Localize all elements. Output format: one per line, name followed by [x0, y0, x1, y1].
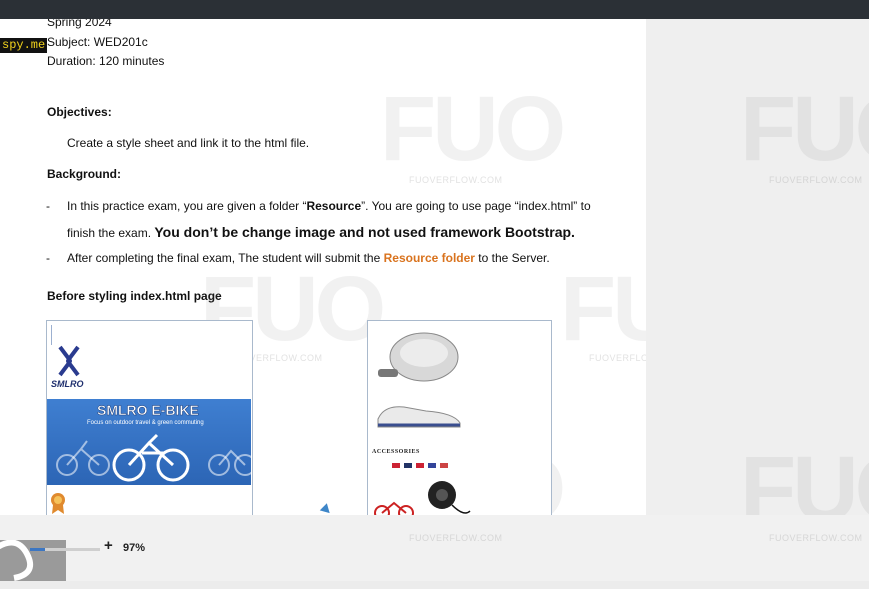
bullet2-text-c: to the Server.	[474, 251, 550, 265]
window-top-bar	[0, 0, 869, 19]
resource-word: Resource	[306, 199, 362, 213]
semester-text: Spring 2024	[47, 19, 112, 29]
backpack-image	[378, 332, 459, 382]
background-heading: Background:	[47, 167, 122, 181]
zoom-level[interactable]: 97%	[123, 542, 145, 554]
watermark-logo: FUO	[380, 78, 566, 180]
bullet-marker: -	[46, 199, 50, 213]
banner-title: SMLRO E-BIKE	[97, 402, 199, 419]
accessories-label: ACCESSORIES	[372, 449, 420, 455]
bullet1-text-c: ”. You are going to use page “index.html…	[361, 199, 591, 213]
objectives-text: Create a style sheet and link it to the …	[67, 136, 310, 150]
subject-text: Subject: WED201c	[47, 35, 148, 49]
before-preview-left: SMLRO SMLRO E-BIKE Focus on outdoor trav…	[46, 320, 253, 515]
bicycles-illustration	[56, 433, 251, 482]
spy-me-tag: spy.me	[0, 38, 48, 53]
document-page: Spring 2024 Subject: WED201c Duration: 1…	[0, 19, 646, 515]
watermark-domain: FUOVERFLOW.COM	[769, 175, 863, 185]
resource-folder-highlight: Resource folder	[383, 251, 475, 265]
bullet2-line: After completing the final exam, The stu…	[67, 251, 550, 265]
smlro-logo-icon	[58, 345, 80, 377]
bullet1-line2: finish the exam. You don’t be change ima…	[67, 224, 575, 240]
bullet1-text-d: finish the exam.	[67, 226, 155, 240]
duration-text: Duration: 120 minutes	[47, 54, 165, 68]
watermark-domain: FUOVERFLOW.COM	[589, 353, 646, 363]
before-styling-heading: Before styling index.html page	[47, 289, 222, 303]
zoom-in-button[interactable]: +	[104, 537, 113, 554]
link-list-marks	[51, 325, 58, 345]
bullet2-text-a: After completing the final exam, The stu…	[67, 251, 384, 265]
bootstrap-warning: You don’t be change image and not used f…	[154, 224, 575, 240]
banner-subtitle: Focus on outdoor travel & green commutin…	[87, 420, 204, 426]
watermark-domain: FUOVERFLOW.COM	[409, 533, 503, 543]
watermark-domain: FUOVERFLOW.COM	[769, 533, 863, 543]
before-preview-right: ACCESSORIES	[367, 320, 552, 515]
bullet1-text-a: In this practice exam, you are given a f…	[67, 199, 307, 213]
fuo-corner-logo	[0, 539, 66, 581]
objectives-heading: Objectives:	[47, 105, 112, 119]
status-bar: FUOVERFLOW.COM FUOVERFLOW.COM + 97%	[0, 515, 869, 581]
fuo-logo-icon	[0, 539, 34, 581]
watermark-logo: FUO	[560, 258, 646, 360]
accessories-images	[374, 463, 471, 515]
watermark-logo: FUO	[740, 78, 869, 180]
sneaker-image	[377, 406, 461, 428]
right-gray-pane: FUO FUOVERFLOW.COM FUO	[646, 19, 869, 540]
ebike-banner: SMLRO E-BIKE Focus on outdoor travel & g…	[47, 399, 251, 485]
smlro-brand: SMLRO	[51, 379, 84, 389]
bullet-marker: -	[46, 251, 50, 265]
award-badge-icon	[51, 493, 65, 514]
zoom-slider-fill	[30, 548, 46, 551]
watermark-domain: FUOVERFLOW.COM	[409, 175, 503, 185]
zoom-slider[interactable]	[30, 548, 100, 551]
bullet1-line1: In this practice exam, you are given a f…	[67, 199, 591, 213]
